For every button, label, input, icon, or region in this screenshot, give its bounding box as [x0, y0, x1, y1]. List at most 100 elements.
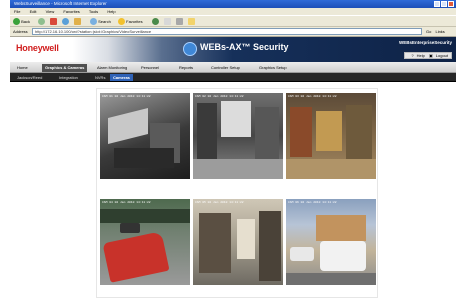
doorway-shape	[221, 101, 251, 137]
car-shape	[120, 223, 140, 233]
history-icon	[152, 18, 159, 26]
shelf-shape	[199, 213, 231, 273]
subtab-jackson-reed[interactable]: Jackson/Reed	[14, 74, 45, 81]
camera-timestamp: CAM 01 02 Jan 2010 14:11:22	[102, 95, 151, 98]
camera-timestamp: CAM 02 02 Jan 2010 14:11:22	[195, 95, 244, 98]
suite-name: WEBsEnterpriseSecurity	[398, 40, 452, 45]
desk-shape	[108, 108, 148, 144]
back-button[interactable]: Back	[13, 18, 30, 26]
media-button[interactable]	[152, 18, 159, 26]
tab-graphics-setup-label: Graphics Setup	[259, 65, 287, 70]
menu-tools[interactable]: Tools	[89, 9, 98, 14]
subtab-integration-label: Integration	[59, 75, 78, 80]
camera-feed-2[interactable]: CAM 02 02 Jan 2010 14:11:22	[193, 93, 283, 179]
maximize-icon[interactable]	[441, 1, 447, 7]
wall-shape	[255, 107, 279, 159]
lock-icon	[183, 42, 197, 56]
floor-shadow	[114, 148, 174, 168]
forward-arrow-icon	[38, 18, 45, 26]
menu-favorites[interactable]: Favorites	[63, 9, 79, 14]
camera-feed-1[interactable]: CAM 01 02 Jan 2010 14:11:22	[100, 93, 190, 179]
back-label: Back	[21, 19, 31, 24]
back-arrow-icon	[13, 18, 20, 26]
red-van-shape	[102, 231, 170, 283]
app-header: Honeywell WEBs-AX™ Security WEBsEnterpri…	[10, 37, 456, 62]
camera-timestamp: CAM 04 02 Jan 2010 14:11:22	[102, 201, 151, 204]
tab-controller-setup[interactable]: Controller Setup	[208, 64, 243, 72]
folder-icon	[188, 18, 195, 26]
subtab-jackson-reed-label: Jackson/Reed	[17, 75, 43, 80]
subtab-cameras[interactable]: Cameras	[110, 74, 133, 81]
browser-window: WebsSurveillance - Microsoft Internet Ex…	[10, 0, 456, 306]
address-input[interactable]: http://172.16.10.100/ord?station:|slot:/…	[32, 28, 422, 35]
links-label[interactable]: Links	[435, 29, 444, 34]
tab-reports-label: Reports	[179, 65, 194, 70]
camera-feed-5[interactable]: CAM 05 02 Jan 2010 14:11:22	[193, 199, 283, 285]
mail-button[interactable]	[164, 18, 171, 26]
address-bar: Address http://172.16.10.100/ord?station…	[10, 27, 456, 37]
go-button[interactable]: Go Links	[426, 28, 452, 35]
main-tabs: Home Graphics & Cameras Alarm Monitoring…	[10, 62, 456, 73]
camera-feed-3[interactable]: CAM 03 02 Jan 2010 14:11:22	[286, 93, 376, 179]
subtab-nvrs[interactable]: NVRs	[92, 74, 108, 81]
tab-controller-setup-label: Controller Setup	[211, 65, 240, 70]
menu-edit[interactable]: Edit	[30, 9, 37, 14]
car-shape	[290, 247, 314, 261]
subtab-nvrs-label: NVRs	[95, 75, 106, 80]
window-title: WebsSurveillance - Microsoft Internet Ex…	[14, 1, 107, 6]
subtab-cameras-label: Cameras	[113, 75, 130, 80]
stop-button[interactable]	[50, 18, 57, 26]
search-button[interactable]: Search	[90, 18, 111, 26]
address-label: Address	[13, 29, 28, 34]
shelf-shape	[259, 211, 281, 281]
road-shape	[286, 273, 376, 285]
shelf-shape	[346, 105, 372, 161]
browser-toolbar: Back Search Favorites	[10, 15, 456, 27]
forward-button[interactable]	[38, 18, 45, 26]
tab-alarm-monitoring[interactable]: Alarm Monitoring	[94, 64, 130, 72]
print-icon	[176, 18, 183, 26]
search-icon	[90, 18, 97, 26]
print-button[interactable]	[176, 18, 183, 26]
refresh-button[interactable]	[62, 18, 69, 26]
home-button[interactable]	[74, 18, 81, 26]
menu-help[interactable]: Help	[107, 9, 115, 14]
tab-graphics-cameras[interactable]: Graphics & Cameras	[42, 64, 88, 72]
tab-reports[interactable]: Reports	[176, 64, 196, 72]
sub-tabs: Jackson/Reed Integration NVRs Cameras	[10, 73, 456, 82]
minimize-icon[interactable]	[434, 1, 440, 7]
menu-file[interactable]: File	[14, 9, 20, 14]
favorites-label: Favorites	[126, 19, 143, 24]
help-link[interactable]: Help	[417, 53, 425, 58]
logout-link[interactable]: Logout	[436, 53, 448, 58]
favorites-button[interactable]: Favorites	[118, 18, 143, 26]
window-titlebar: WebsSurveillance - Microsoft Internet Ex…	[10, 0, 456, 8]
menu-view[interactable]: View	[46, 9, 55, 14]
tab-home[interactable]: Home	[14, 64, 31, 72]
go-label: Go	[426, 29, 432, 34]
tab-personnel[interactable]: Personnel	[138, 64, 162, 72]
crates-shape	[316, 111, 342, 151]
close-icon[interactable]	[448, 1, 454, 7]
tab-alarm-monitoring-label: Alarm Monitoring	[97, 65, 128, 70]
folder-button[interactable]	[188, 18, 195, 26]
subtab-integration[interactable]: Integration	[56, 74, 81, 81]
header-links: ? Help ▣ Logout	[404, 52, 452, 59]
doorway-shape	[237, 219, 255, 259]
mail-icon	[164, 18, 171, 26]
camera-feed-6[interactable]: CAM 06 02 Jan 2010 14:11:22	[286, 199, 376, 285]
trees-shape	[100, 209, 190, 223]
menu-bar: File Edit View Favorites Tools Help	[10, 8, 456, 15]
shelf-shape	[290, 107, 312, 157]
building-shape	[316, 215, 366, 241]
white-van-shape	[320, 241, 366, 271]
camera-feed-4[interactable]: CAM 04 02 Jan 2010 14:11:22	[100, 199, 190, 285]
refresh-icon	[62, 18, 69, 26]
camera-timestamp: CAM 05 02 Jan 2010 14:11:22	[195, 201, 244, 204]
wall-shape	[197, 103, 217, 163]
honeywell-logo: Honeywell	[16, 43, 59, 53]
tab-graphics-cameras-label: Graphics & Cameras	[45, 65, 85, 70]
logout-icon: ▣	[428, 53, 433, 58]
tab-graphics-setup[interactable]: Graphics Setup	[256, 64, 290, 72]
tab-personnel-label: Personnel	[141, 65, 160, 70]
